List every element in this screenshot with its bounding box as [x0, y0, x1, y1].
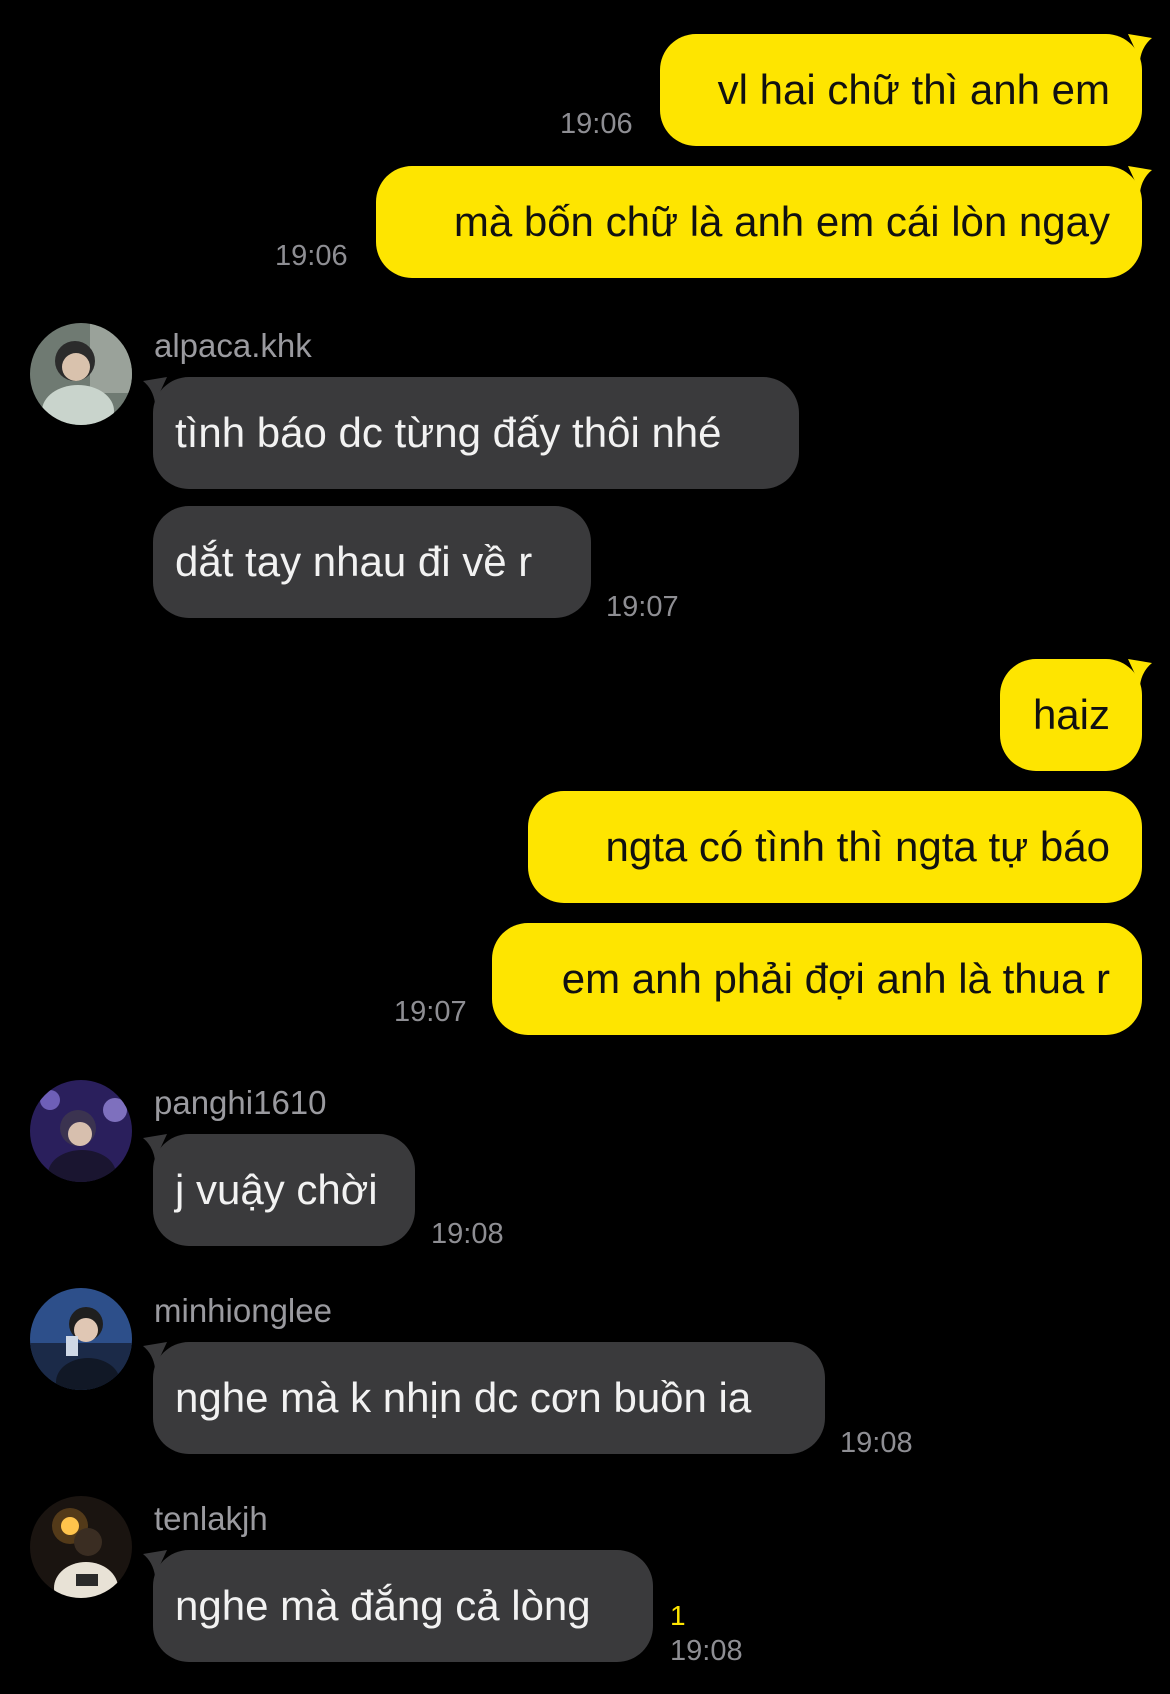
- message-text: nghe mà đắng cả lòng: [175, 1582, 591, 1629]
- message-text: tình báo dc từng đấy thôi nhé: [175, 409, 722, 456]
- sender-name: tenlakjh: [154, 1500, 268, 1537]
- outgoing-message-bubble[interactable]: haiz: [1000, 659, 1152, 771]
- bubble-tail-icon: [143, 377, 167, 403]
- bubble-tail-icon: [1128, 659, 1152, 685]
- bubble-tail-icon: [143, 1342, 167, 1368]
- user-avatar-icon: [30, 1496, 132, 1598]
- message-text: j vuậy chời: [175, 1166, 378, 1213]
- incoming-message-bubble[interactable]: nghe mà k nhịn dc cơn buồn ia: [143, 1342, 825, 1454]
- incoming-message-bubble[interactable]: tình báo dc từng đấy thôi nhé: [143, 377, 799, 489]
- bubble-tail-icon: [1128, 34, 1152, 60]
- avatar[interactable]: [30, 1080, 132, 1182]
- incoming-message-bubble[interactable]: dắt tay nhau đi về r: [153, 506, 591, 618]
- message-text: mà bốn chữ là anh em cái lòn ngay: [453, 198, 1110, 245]
- unread-count: 1: [670, 1600, 686, 1631]
- avatar[interactable]: [30, 1496, 132, 1598]
- message-timestamp: 19:07: [606, 591, 679, 623]
- sender-name: alpaca.khk: [154, 327, 312, 364]
- user-avatar-icon: [30, 1080, 132, 1182]
- incoming-message-bubble[interactable]: j vuậy chời: [143, 1134, 415, 1246]
- avatar[interactable]: [30, 323, 132, 425]
- message-timestamp: 19:06: [275, 240, 348, 272]
- bubble-tail-icon: [1128, 166, 1152, 192]
- message-text: vl hai chữ thì anh em: [717, 66, 1110, 113]
- outgoing-message-bubble[interactable]: vl hai chữ thì anh em: [660, 34, 1152, 146]
- message-timestamp: 19:07: [394, 996, 467, 1028]
- incoming-message-bubble[interactable]: nghe mà đắng cả lòng: [143, 1550, 653, 1662]
- outgoing-message-bubble[interactable]: em anh phải đợi anh là thua r: [492, 923, 1142, 1035]
- outgoing-message-bubble[interactable]: mà bốn chữ là anh em cái lòn ngay: [376, 166, 1152, 278]
- message-timestamp: 19:08: [670, 1635, 743, 1667]
- bubble-tail-icon: [143, 1550, 167, 1576]
- avatar[interactable]: [30, 1288, 132, 1390]
- user-avatar-icon: [30, 1288, 132, 1390]
- message-text: haiz: [1032, 691, 1110, 738]
- user-avatar-icon: [30, 323, 132, 425]
- outgoing-message-bubble[interactable]: ngta có tình thì ngta tự báo: [528, 791, 1142, 903]
- sender-name: panghi1610: [154, 1084, 327, 1121]
- sender-name: minhionglee: [154, 1292, 332, 1329]
- message-text: dắt tay nhau đi về r: [175, 538, 533, 585]
- message-timestamp: 19:08: [840, 1427, 913, 1459]
- message-timestamp: 19:08: [431, 1218, 504, 1250]
- message-timestamp: 19:06: [560, 108, 633, 140]
- message-text: em anh phải đợi anh là thua r: [561, 955, 1110, 1002]
- bubble-tail-icon: [143, 1134, 167, 1160]
- message-text: ngta có tình thì ngta tự báo: [605, 823, 1110, 870]
- message-text: nghe mà k nhịn dc cơn buồn ia: [175, 1374, 752, 1421]
